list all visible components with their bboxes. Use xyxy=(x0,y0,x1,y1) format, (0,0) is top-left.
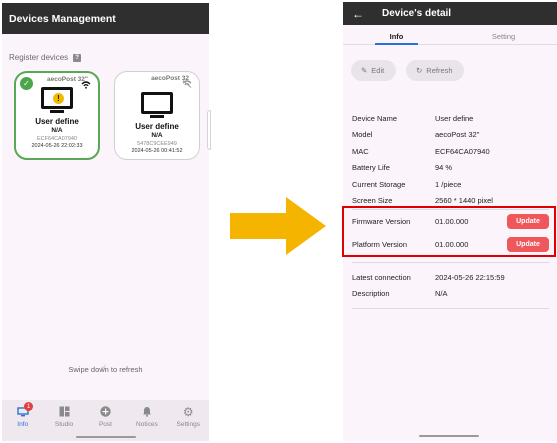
latest-value: 2024-05-26 22:15:59 xyxy=(435,272,505,282)
detail-row: Battery Life 94 % xyxy=(352,160,549,177)
detail-value: 1 /piece xyxy=(435,179,462,189)
description-label: Description xyxy=(352,289,390,299)
card-mac: ECF64CA07940 xyxy=(36,136,78,142)
swipe-hint: Swipe down to refresh xyxy=(68,365,143,374)
monitor-icon: ! xyxy=(41,87,73,109)
device-card-2[interactable]: aecoPost 32 User define N/A 5478C9CEE949… xyxy=(114,71,200,160)
latest-label: Latest connection xyxy=(352,272,411,282)
detail-label: Screen Size xyxy=(352,196,393,206)
nav-info[interactable]: 1 Info xyxy=(5,402,41,441)
detail-value: 2560 * 1440 pixel xyxy=(435,196,493,206)
device-card-1[interactable]: ✓ aecoPost 32" ! User define N/A ECF64CA… xyxy=(14,71,100,160)
monitor-icon xyxy=(141,92,173,114)
detail-label: Device Name xyxy=(352,113,398,123)
card-status: N/A xyxy=(151,132,163,139)
refresh-button[interactable]: ↻ Refresh xyxy=(406,60,464,81)
detail-label: Battery Life xyxy=(352,163,390,173)
detail-value: aecoPost 32" xyxy=(435,130,480,140)
home-indicator xyxy=(76,436,136,438)
bottom-navigation: 1 Info Studio Post Notices ⚙ Settings xyxy=(2,400,209,441)
detail-label: MAC xyxy=(352,146,369,156)
side-drawer-handle[interactable] xyxy=(207,110,211,150)
plus-circle-icon xyxy=(99,406,112,417)
card-date: 2024-05-26 00:41:52 xyxy=(131,148,183,154)
description-row: Description N/A xyxy=(352,286,549,303)
nav-label: Info xyxy=(17,421,29,428)
edit-label: Edit xyxy=(371,66,385,75)
tab-bar: Info Setting xyxy=(343,25,557,45)
page-title: Device's detail xyxy=(382,8,452,19)
nav-label: Settings xyxy=(176,421,201,428)
detail-row: MAC ECF64CA07940 xyxy=(352,143,549,160)
section-label: Register devices xyxy=(9,53,69,62)
monitor-stand xyxy=(50,110,64,113)
section-header: Register devices ? xyxy=(2,34,209,62)
action-row: ✎ Edit ↻ Refresh xyxy=(343,45,557,81)
page-title: Devices Management xyxy=(9,12,116,25)
bell-icon xyxy=(140,406,153,417)
home-indicator xyxy=(419,435,479,437)
nav-settings[interactable]: ⚙ Settings xyxy=(170,404,206,441)
gear-icon: ⚙ xyxy=(182,404,194,419)
card-name: User define xyxy=(135,122,179,131)
stage: Devices Management Register devices ? ✓ … xyxy=(0,0,557,443)
grid-icon xyxy=(58,406,71,417)
divider xyxy=(352,262,549,263)
detail-label: Model xyxy=(352,130,373,140)
check-icon: ✓ xyxy=(20,77,33,90)
nav-label: Studio xyxy=(54,421,74,428)
refresh-icon: ↻ xyxy=(416,66,423,75)
devices-management-screen: Devices Management Register devices ? ✓ … xyxy=(2,3,209,441)
card-name: User define xyxy=(35,117,79,126)
warning-icon: ! xyxy=(53,93,64,104)
latest-connection-row: Latest connection 2024-05-26 22:15:59 xyxy=(352,269,549,286)
app-bar: Devices Management xyxy=(2,3,209,34)
card-date: 2024-05-26 22:02:33 xyxy=(31,143,83,149)
wifi-off-icon xyxy=(182,80,192,88)
notification-badge: 1 xyxy=(24,402,34,411)
card-status: N/A xyxy=(51,127,63,134)
wifi-icon xyxy=(81,81,91,89)
detail-label: Current Storage xyxy=(352,179,406,189)
divider xyxy=(352,308,549,309)
highlight-box xyxy=(342,206,556,257)
nav-label: Notices xyxy=(136,421,158,428)
arrow-right-icon xyxy=(230,197,326,255)
back-arrow-icon[interactable]: ← xyxy=(343,7,373,21)
detail-value: 94 % xyxy=(435,163,453,173)
nav-label: Post xyxy=(98,421,112,428)
detail-row: Model aecoPost 32" xyxy=(352,127,549,144)
monitor-stand xyxy=(150,115,164,118)
refresh-label: Refresh xyxy=(426,66,453,75)
detail-value: User define xyxy=(435,113,474,123)
pencil-icon: ✎ xyxy=(361,66,368,75)
help-icon[interactable]: ? xyxy=(73,53,82,62)
monitor-icon: 1 xyxy=(16,402,34,417)
detail-row: Current Storage 1 /piece xyxy=(352,176,549,193)
detail-value: ECF64CA07940 xyxy=(435,146,490,156)
tab-setting[interactable]: Setting xyxy=(450,25,557,44)
card-mac: 5478C9CEE949 xyxy=(137,141,177,147)
edit-button[interactable]: ✎ Edit xyxy=(351,60,396,81)
device-cards: ✓ aecoPost 32" ! User define N/A ECF64CA… xyxy=(2,62,209,160)
tab-info[interactable]: Info xyxy=(343,25,450,45)
detail-row: Device Name User define xyxy=(352,110,549,127)
description-value: N/A xyxy=(435,289,448,299)
app-bar: ← Device's detail xyxy=(343,2,557,25)
